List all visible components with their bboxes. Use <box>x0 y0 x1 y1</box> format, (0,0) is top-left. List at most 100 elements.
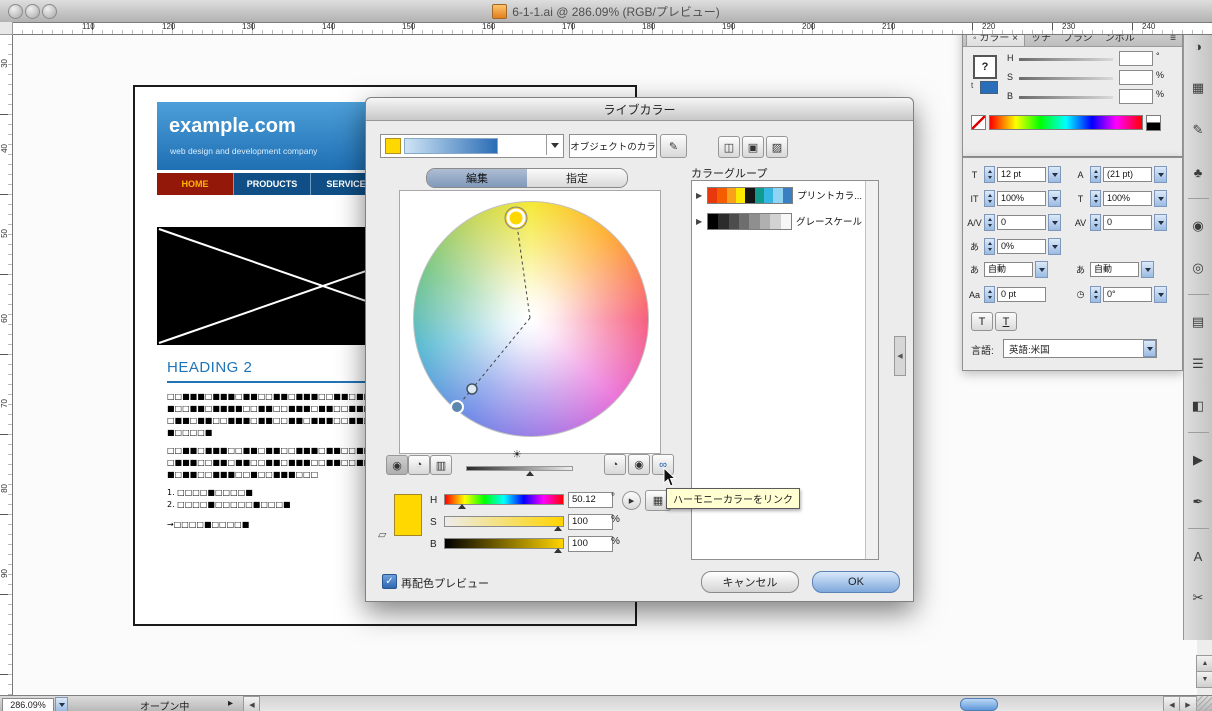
dropdown-icon[interactable] <box>1154 190 1167 207</box>
dropdown-icon[interactable] <box>1154 166 1167 183</box>
spectrum-bar[interactable] <box>989 115 1143 130</box>
window-titlebar[interactable]: 6-1-1.ai @ 286.09% (RGB/プレビュー) <box>0 0 1212 23</box>
leading-field[interactable]: A (21 pt) <box>1073 166 1167 183</box>
recolor-preview-checkbox[interactable]: ✓ <box>382 574 397 589</box>
h-value-field[interactable]: 50.12 <box>568 492 613 508</box>
dropdown-icon[interactable] <box>1048 166 1061 183</box>
tracking-field[interactable]: AV 0 <box>1073 214 1167 231</box>
stepper[interactable] <box>984 286 995 303</box>
delete-group-icon[interactable]: ▨ <box>766 136 788 158</box>
aki-right-value[interactable]: 自動 <box>1090 262 1139 277</box>
font-size-field[interactable]: T 12 pt <box>967 166 1061 183</box>
scroll-up-button[interactable]: ▲ <box>1196 655 1212 672</box>
aki-left-field[interactable]: あ 自動 <box>967 261 1048 278</box>
fill-proxy-question-icon[interactable]: ? <box>973 55 997 79</box>
dock-gradient-icon[interactable]: ◎ <box>1186 256 1210 280</box>
h-slider-thumb[interactable] <box>458 504 466 509</box>
current-color-big-swatch[interactable] <box>394 494 422 536</box>
dropdown-icon[interactable] <box>1143 340 1156 357</box>
harmony-base-icon[interactable]: ◉ <box>628 454 650 475</box>
expand-triangle-icon[interactable]: ▶ <box>696 191 703 200</box>
stroke-color-swatch[interactable] <box>980 81 998 94</box>
dock-character-icon[interactable]: A <box>1186 544 1210 568</box>
dock-graphic-styles-icon[interactable]: ✒ <box>1186 490 1210 514</box>
tab-assign[interactable]: 指定 <box>527 169 627 187</box>
horizontal-scrollbar-thumb[interactable] <box>960 698 998 711</box>
group-list-scrollbar[interactable] <box>865 181 878 559</box>
aki-right-field[interactable]: あ 自動 <box>1073 261 1154 278</box>
b-track[interactable] <box>1019 96 1113 99</box>
b-slider[interactable] <box>444 538 564 549</box>
brightness-slider[interactable] <box>466 466 573 471</box>
cancel-button[interactable]: キャンセル <box>701 571 799 593</box>
aki-left-value[interactable]: 自動 <box>984 262 1033 277</box>
dock-actions-icon[interactable]: ✂ <box>1186 586 1210 610</box>
dock-color-icon[interactable]: ◑ <box>1186 34 1210 58</box>
dock-transparency-icon[interactable]: ◧ <box>1186 394 1210 418</box>
stepper[interactable] <box>1090 214 1101 231</box>
wheel-marker-base-inner[interactable] <box>508 210 524 226</box>
dropdown-icon[interactable] <box>1048 238 1061 255</box>
s-slider[interactable] <box>444 516 564 527</box>
combo-dropdown-icon[interactable] <box>546 135 563 155</box>
stepper[interactable] <box>984 238 995 255</box>
dock-appearance-icon[interactable]: ▶ <box>1186 448 1210 472</box>
zoom-field[interactable]: 286.09% <box>2 698 54 711</box>
status-play-icon[interactable]: ▸ <box>228 698 233 709</box>
collapse-handle-icon[interactable]: ◀ <box>894 336 906 376</box>
b-value-field[interactable]: 100 <box>568 536 613 552</box>
tab-edit[interactable]: 編集 <box>427 169 527 187</box>
horizontal-scale-value[interactable]: 100% <box>1103 191 1152 206</box>
dropdown-icon[interactable] <box>1141 261 1154 278</box>
baseline-shift-value[interactable]: 0 pt <box>997 287 1046 302</box>
black-swatch[interactable] <box>1146 122 1161 131</box>
wheel-marker-3[interactable] <box>451 401 463 413</box>
dropdown-icon[interactable] <box>1035 261 1048 278</box>
color-group-combo[interactable] <box>380 134 564 158</box>
expand-triangle-icon[interactable]: ▶ <box>696 217 703 226</box>
dock-swatches-icon[interactable]: ▦ <box>1186 76 1210 100</box>
vertical-scale-field[interactable]: IT 100% <box>967 190 1061 207</box>
horizontal-scale-field[interactable]: T 100% <box>1073 190 1167 207</box>
tracking-value[interactable]: 0 <box>1103 215 1152 230</box>
stepper[interactable] <box>1090 166 1101 183</box>
none-swatch[interactable] <box>971 115 986 130</box>
bars-view-button[interactable]: ▥ <box>430 455 452 475</box>
language-combo[interactable]: 英語:米国 <box>1003 339 1157 358</box>
dock-symbols-icon[interactable]: ♣ <box>1186 160 1210 184</box>
color-group-row[interactable]: ▶ プリントカラ... <box>694 183 862 207</box>
ok-button[interactable]: OK <box>812 571 900 593</box>
h-track[interactable] <box>1019 58 1113 61</box>
resize-grip[interactable] <box>1196 696 1212 711</box>
strikethrough-button[interactable]: T <box>995 312 1017 331</box>
vertical-scale-value[interactable]: 100% <box>997 191 1046 206</box>
s-value-field[interactable]: 100 <box>568 514 613 530</box>
dock-layers-icon[interactable]: ▤ <box>1186 310 1210 334</box>
brightness-slider-thumb[interactable] <box>526 471 534 476</box>
wheel-marker-2[interactable] <box>467 384 477 394</box>
new-group-icon[interactable]: ▣ <box>742 136 764 158</box>
tsume-value[interactable]: 0% <box>997 239 1046 254</box>
scroll-down-button[interactable]: ▼ <box>1196 671 1212 688</box>
underline-button[interactable]: T <box>971 312 993 331</box>
baseline-shift-field[interactable]: Aa 0 pt <box>967 286 1046 303</box>
rotation-value[interactable]: 0° <box>1103 287 1152 302</box>
s-track[interactable] <box>1019 77 1113 80</box>
kerning-field[interactable]: A/V 0 <box>967 214 1061 231</box>
save-group-icon[interactable]: ◫ <box>718 136 740 158</box>
b-field[interactable] <box>1119 89 1153 104</box>
h-field[interactable] <box>1119 51 1153 66</box>
object-colors-button[interactable]: オブジェクトのカラ <box>569 134 657 158</box>
dock-brushes-icon[interactable]: ✎ <box>1186 118 1210 142</box>
dialog-titlebar[interactable]: ライブカラー <box>366 98 913 121</box>
dropdown-icon[interactable] <box>1048 214 1061 231</box>
dock-stroke-icon[interactable]: ☰ <box>1186 352 1210 376</box>
stepper[interactable] <box>984 214 995 231</box>
stepper[interactable] <box>984 190 995 207</box>
s-field[interactable] <box>1119 70 1153 85</box>
dropdown-icon[interactable] <box>1048 190 1061 207</box>
s-slider-thumb[interactable] <box>554 526 562 531</box>
hsb-mode-icon[interactable]: ▸ <box>622 491 641 510</box>
leading-value[interactable]: (21 pt) <box>1103 167 1152 182</box>
tsume-field[interactable]: あ 0% <box>967 238 1061 255</box>
